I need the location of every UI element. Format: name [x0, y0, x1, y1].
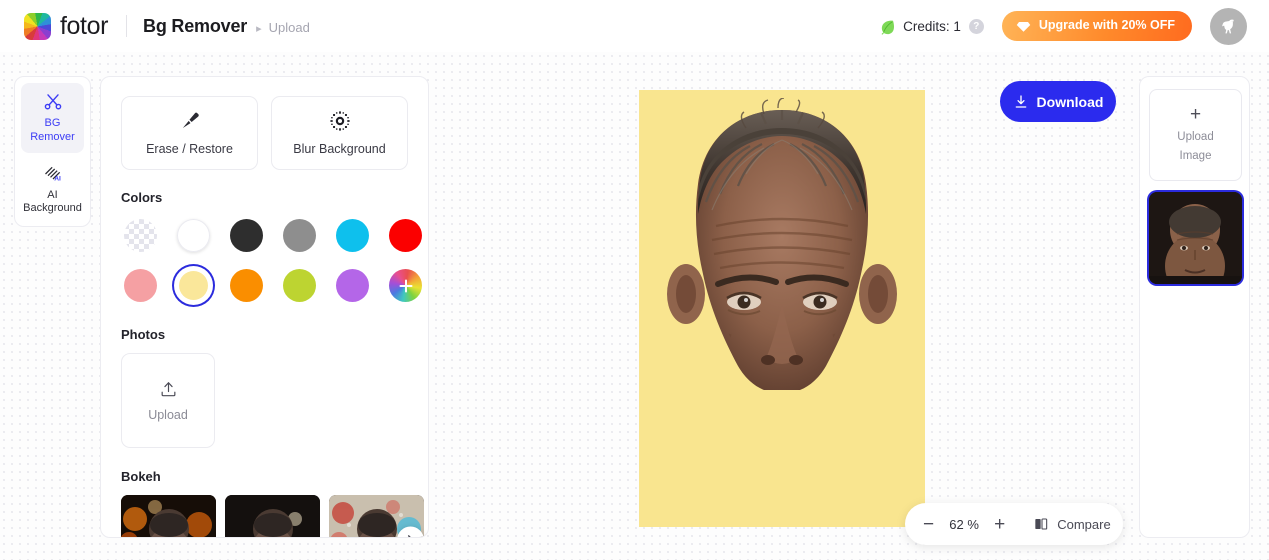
swatch-fill [124, 219, 157, 252]
color-swatch-black[interactable] [227, 216, 266, 255]
thumbnail-preview-image [1149, 192, 1242, 284]
bokeh-thumbnail-night-city[interactable] [225, 495, 320, 537]
color-swatch-cyan[interactable] [333, 216, 372, 255]
swatch-fill [230, 219, 263, 252]
colors-section-title: Colors [121, 190, 163, 205]
upgrade-button-label: Upgrade with 20% OFF [1038, 18, 1175, 33]
zoom-level-value: 62 % [949, 516, 979, 532]
zoom-out-button[interactable]: − [923, 515, 934, 534]
avatar[interactable] [1210, 7, 1247, 45]
sidebar-item-bg-remover[interactable]: BG Remover [21, 83, 84, 153]
blur-background-button[interactable]: Blur Background [271, 96, 408, 170]
swatch-fill [177, 219, 210, 252]
upload-image-button[interactable]: + Upload Image [1149, 89, 1242, 181]
compare-label: Compare [1057, 516, 1111, 532]
upgrade-button[interactable]: Upgrade with 20% OFF [1001, 11, 1192, 41]
swatch-fill [336, 269, 369, 302]
color-swatch-row [121, 266, 422, 305]
credits-label: Credits: 1 [903, 18, 961, 34]
blur-background-label: Blur Background [293, 142, 386, 156]
photos-upload-label: Upload [148, 407, 188, 422]
erase-restore-button[interactable]: Erase / Restore [121, 96, 258, 170]
color-swatch-custom-picker[interactable] [386, 266, 425, 305]
diamond-icon [1016, 21, 1031, 32]
svg-text:AI: AI [54, 175, 61, 182]
download-button-label: Download [1036, 93, 1104, 110]
sidebar-item-ai-background[interactable]: AI AI Background [21, 155, 84, 225]
color-swatch-transparent[interactable] [121, 216, 160, 255]
sidebar-item-label: BG Remover [30, 117, 75, 143]
blur-burst-icon [329, 111, 350, 131]
editor-artboard[interactable] [639, 90, 925, 527]
plus-icon: + [1189, 104, 1202, 126]
chevron-right-icon [407, 535, 411, 537]
brush-icon [182, 112, 199, 128]
sidebar-item-label: AI Background [23, 188, 82, 215]
app-header: fotor Bg Remover ▸ Upload Credits: 1 ? U… [0, 0, 1269, 52]
breadcrumb-current: Upload [268, 19, 310, 35]
brand-logo[interactable]: fotor [16, 12, 108, 41]
scissors-icon [44, 94, 61, 110]
color-swatch-pink[interactable] [121, 266, 160, 305]
swatch-fill [230, 269, 263, 302]
image-list-panel: + Upload Image [1139, 76, 1250, 538]
color-swatch-red[interactable] [386, 216, 425, 255]
breadcrumb-separator-icon: ▸ [256, 22, 262, 35]
swatch-fill [179, 271, 208, 300]
download-button[interactable]: Download [1000, 81, 1116, 122]
brand-name: fotor [60, 11, 109, 40]
swatch-fill [124, 269, 157, 302]
tool-rail: BG Remover AI AI Background [14, 76, 91, 227]
portrait-cutout-elderly-man [667, 98, 897, 390]
swatch-fill [336, 219, 369, 252]
zoom-in-button[interactable]: + [994, 515, 1005, 534]
color-swatch-grid [121, 216, 422, 305]
header-actions: Credits: 1 ? Upgrade with 20% OFF [879, 7, 1253, 45]
compare-split-icon [1035, 518, 1048, 530]
bird-avatar-icon [1222, 19, 1234, 33]
credits-display[interactable]: Credits: 1 ? [879, 18, 984, 35]
swatch-fill [389, 219, 422, 252]
upload-arrow-icon [161, 381, 175, 396]
header-divider [126, 15, 128, 37]
upload-image-label-line2: Image [1179, 150, 1212, 162]
photos-upload-button[interactable]: Upload [121, 353, 215, 448]
options-panel: Erase / Restore Blur Background Colors P… [100, 76, 429, 538]
color-swatch-lime[interactable] [280, 266, 319, 305]
mode-button-row: Erase / Restore Blur Background [121, 96, 408, 170]
compare-button[interactable]: Compare [1033, 516, 1111, 532]
color-swatch-row [121, 216, 422, 255]
color-swatch-purple[interactable] [333, 266, 372, 305]
image-thumbnail-portrait[interactable] [1149, 192, 1242, 284]
leaf-icon [881, 20, 895, 35]
fotor-color-wheel-icon [24, 12, 51, 40]
swatch-fill [283, 269, 316, 302]
question-mark-icon[interactable]: ? [968, 18, 984, 34]
erase-restore-label: Erase / Restore [146, 142, 233, 156]
bokeh-thumbnail-warm-orange[interactable] [121, 495, 216, 537]
bg-remover-app: fotor Bg Remover ▸ Upload Credits: 1 ? U… [0, 0, 1269, 560]
bokeh-preview-image [121, 495, 216, 537]
plus-icon [389, 269, 422, 302]
ai-hatch-icon: AI [44, 166, 61, 182]
bokeh-thumbnail-strip [121, 495, 424, 537]
color-swatch-orange[interactable] [227, 266, 266, 305]
zoom-toolbar: − 62 % + Compare [905, 503, 1123, 545]
page-title: Bg Remover [143, 15, 248, 36]
swatch-fill [283, 219, 316, 252]
color-swatch-yellow[interactable] [174, 266, 213, 305]
bokeh-section-title: Bokeh [121, 469, 161, 484]
bokeh-preview-image [225, 495, 320, 537]
color-swatch-gray[interactable] [280, 216, 319, 255]
upload-image-label-line1: Upload [1177, 131, 1214, 144]
breadcrumb: Bg Remover ▸ Upload [143, 16, 310, 37]
color-swatch-white[interactable] [174, 216, 213, 255]
download-arrow-icon [1015, 94, 1026, 108]
photos-section-title: Photos [121, 327, 166, 342]
